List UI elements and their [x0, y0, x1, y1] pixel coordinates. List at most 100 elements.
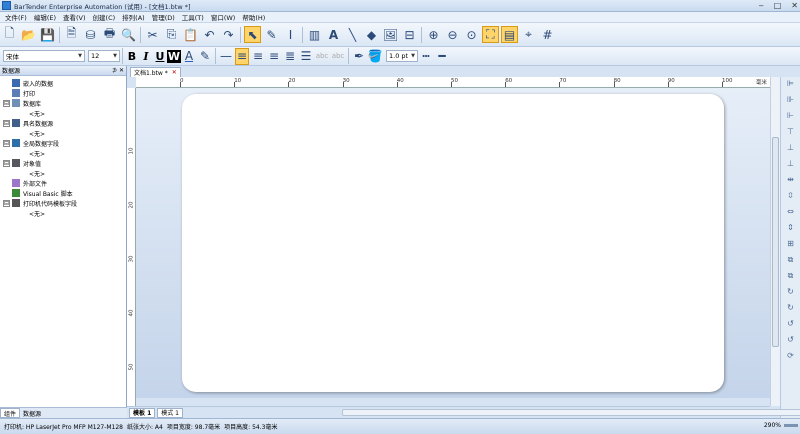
font-color-icon[interactable]: A [182, 48, 196, 65]
ruler-toggle-icon[interactable]: ▤ [501, 26, 518, 43]
rotate-free-icon[interactable]: ⟳ [783, 351, 799, 365]
text-arc2-icon[interactable]: abc [331, 48, 345, 65]
menu-arrange[interactable]: 排列(A) [122, 12, 145, 22]
barcode-icon[interactable]: ▥ [306, 26, 323, 43]
panel-pin-close-icon[interactable]: ⊅ ✕ [112, 67, 124, 74]
word-wrap-button[interactable]: W [167, 49, 181, 63]
distribute-horizontal-icon[interactable]: ⇹ [783, 175, 799, 189]
justify-icon[interactable]: ≣ [283, 48, 297, 65]
tree-node[interactable]: Visual Basic 脚本 [0, 188, 126, 198]
vertical-scrollbar[interactable] [770, 77, 780, 406]
expand-collapse-icon[interactable]: ⊟ [3, 199, 10, 207]
align-left-icon[interactable]: ≡ [235, 47, 249, 65]
line-style-icon[interactable]: ┅ [419, 48, 433, 65]
font-size-dropdown[interactable]: 12 ▼ [88, 50, 120, 62]
align-right-icon[interactable]: ≡ [267, 48, 281, 65]
tree-node[interactable]: <无> [0, 168, 126, 178]
print-preview-icon[interactable]: 🔍 [120, 26, 137, 43]
tree-node[interactable]: <无> [0, 208, 126, 218]
eyedropper-icon[interactable]: ✎ [263, 26, 280, 43]
save-icon[interactable]: 💾 [39, 26, 56, 43]
same-width-icon[interactable]: ⇔ [783, 207, 799, 221]
tree-node[interactable]: ⊟ 具名数据源 [0, 118, 126, 128]
close-tab-icon[interactable]: ✕ [172, 69, 177, 76]
minimize-button[interactable]: ‒ [759, 1, 764, 11]
copy-icon[interactable]: ⎘ [163, 26, 180, 43]
menu-file[interactable]: 文件(F) [5, 12, 27, 22]
zoom-out-icon[interactable]: ⊖ [444, 26, 461, 43]
align-centers-icon[interactable]: ⊪ [783, 95, 799, 109]
center-page-icon[interactable]: ⊞ [783, 239, 799, 253]
print-icon[interactable]: 🖶 [101, 26, 118, 43]
font-name-dropdown[interactable]: 宋体 ▼ [3, 50, 85, 62]
text-arc-icon[interactable]: abc [315, 48, 329, 65]
send-back-icon[interactable]: ⧉ [783, 271, 799, 285]
expand-collapse-icon[interactable]: ⊟ [3, 159, 10, 167]
select-pointer-icon[interactable]: ⬉ [244, 26, 261, 43]
text-cursor-icon[interactable]: I [282, 26, 299, 43]
picture-tool-icon[interactable]: 🖼 [382, 26, 399, 43]
underline-button[interactable]: U [153, 50, 167, 63]
close-button[interactable]: ✕ [791, 1, 798, 11]
expand-collapse-icon[interactable]: ⊟ [3, 139, 10, 147]
align-left-edges-icon[interactable]: ⊫ [783, 79, 799, 93]
label-template[interactable] [182, 94, 724, 392]
zoom-control[interactable]: 290% [760, 422, 798, 429]
bold-button[interactable]: B [125, 50, 139, 63]
design-canvas[interactable] [136, 88, 770, 398]
tree-node[interactable]: 打印 [0, 88, 126, 98]
tab-document1[interactable]: 文档1.btw * ✕ [130, 67, 181, 77]
align-bottom-icon[interactable]: ⊥ [783, 159, 799, 173]
line-width-dropdown[interactable]: 1.0 pt ▼ [386, 50, 418, 62]
new-document-icon[interactable]: 🗋 [1, 26, 18, 43]
zoom-slider[interactable] [784, 424, 798, 427]
grid-toggle-icon[interactable]: # [539, 26, 556, 43]
tree-node[interactable]: ⊟ 全局数据字段 [0, 138, 126, 148]
bring-front-icon[interactable]: ⧉ [783, 255, 799, 269]
tree-node[interactable]: ⊟ 打印机代码模板字段 [0, 198, 126, 208]
tree-node[interactable]: 外部文件 [0, 178, 126, 188]
tree-node[interactable]: <无> [0, 148, 126, 158]
italic-button[interactable]: I [139, 50, 153, 63]
tab-layer-1[interactable]: 模式 1 [157, 407, 183, 418]
tree-node[interactable]: <无> [0, 108, 126, 118]
shape-tool-icon[interactable]: ◆ [363, 26, 380, 43]
menu-tools[interactable]: 工具(T) [182, 12, 204, 22]
encoder-tool-icon[interactable]: ⊟ [401, 26, 418, 43]
snap-guides-icon[interactable]: ⌖ [520, 26, 537, 43]
page-setup-icon[interactable]: 🗎 [63, 26, 80, 43]
menu-view[interactable]: 查看(V) [63, 12, 86, 22]
rotate-ccw-icon[interactable]: ↺ [783, 335, 799, 349]
horizontal-line-icon[interactable]: — [219, 48, 233, 65]
highlight-color-icon[interactable]: ✎ [198, 48, 212, 65]
maximize-button[interactable]: □ [774, 1, 782, 11]
menu-edit[interactable]: 编辑(E) [34, 12, 56, 22]
justify-full-icon[interactable]: ☰ [299, 48, 313, 65]
expand-collapse-icon[interactable]: ⊟ [3, 99, 10, 107]
menu-window[interactable]: 窗口(W) [211, 12, 236, 22]
rotate-180-icon[interactable]: ↻ [783, 303, 799, 317]
tree-node[interactable]: ⊟ 数据库 [0, 98, 126, 108]
tab-template-1[interactable]: 模板 1 [129, 407, 156, 418]
cut-icon[interactable]: ✂ [144, 26, 161, 43]
zoom-page-icon[interactable]: ⛶ [482, 26, 499, 43]
rotate-270-icon[interactable]: ↺ [783, 319, 799, 333]
database-icon[interactable]: ⛁ [82, 26, 99, 43]
rotate-90-icon[interactable]: ↻ [783, 287, 799, 301]
tree-node[interactable]: ⊟ 对象值 [0, 158, 126, 168]
line-color-icon[interactable]: ✒ [352, 48, 366, 65]
expand-collapse-icon[interactable]: ⊟ [3, 119, 10, 127]
text-tool-icon[interactable]: A [325, 26, 342, 43]
tab-data-sources[interactable]: 数据源 [20, 408, 44, 418]
align-top-icon[interactable]: ⊤ [783, 127, 799, 141]
menu-help[interactable]: 帮助(H) [242, 12, 265, 22]
line-tool-icon[interactable]: ╲ [344, 26, 361, 43]
horizontal-scrollbar[interactable] [342, 409, 800, 416]
redo-icon[interactable]: ↷ [220, 26, 237, 43]
align-center-icon[interactable]: ≡ [251, 48, 265, 65]
menu-manage[interactable]: 管理(D) [152, 12, 175, 22]
align-right-edges-icon[interactable]: ⊩ [783, 111, 799, 125]
tree-node[interactable]: 嵌入的数据 [0, 78, 126, 88]
open-folder-icon[interactable]: 📂 [20, 26, 37, 43]
distribute-vertical-icon[interactable]: ⇳ [783, 191, 799, 205]
